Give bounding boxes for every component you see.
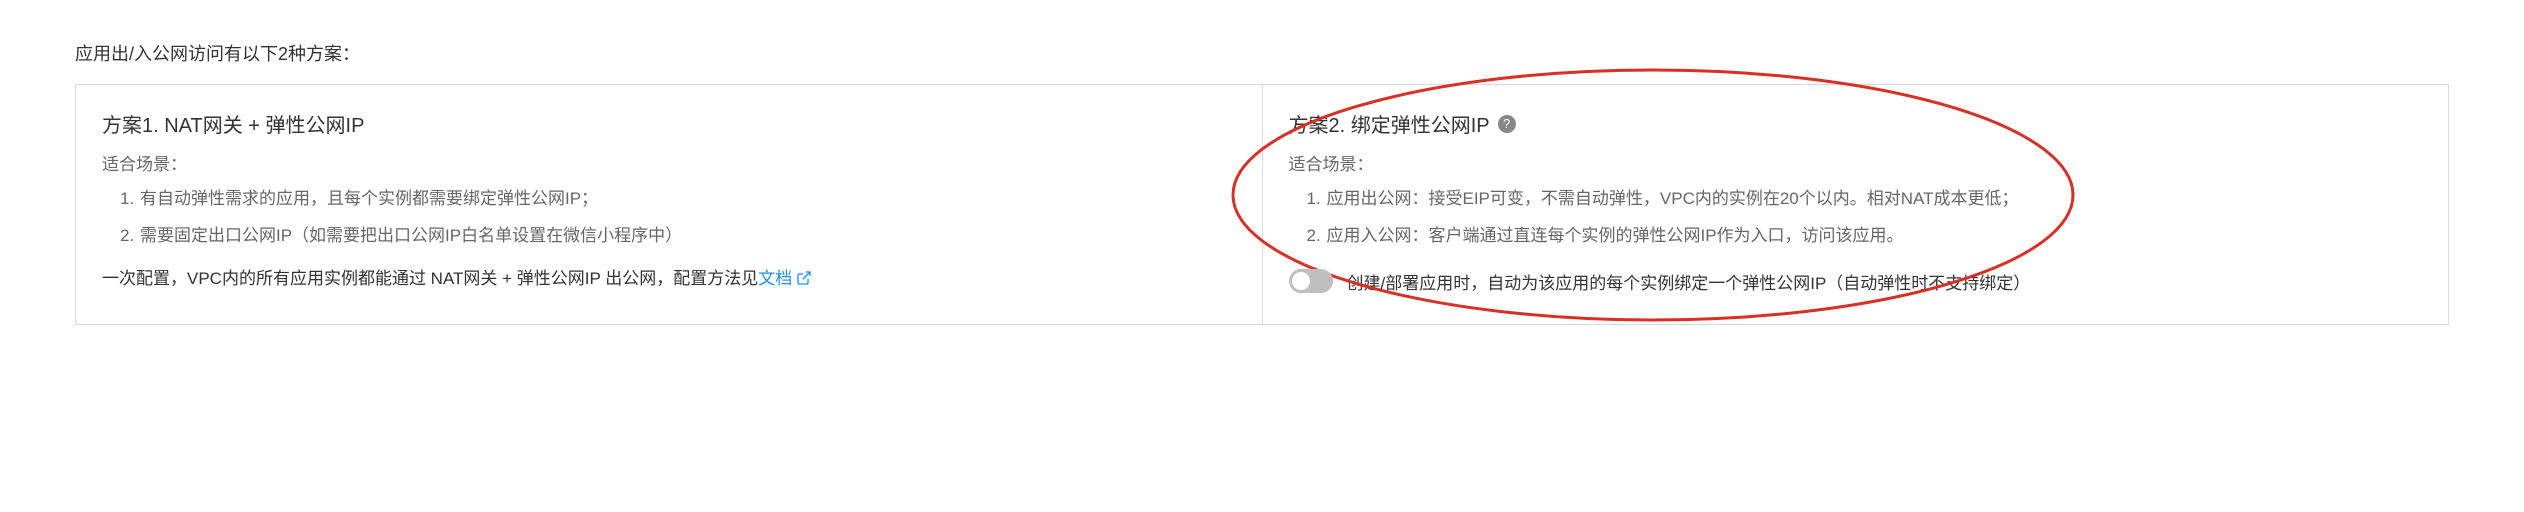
plan-2-list: 应用出公网：接受EIP可变，不需自动弹性，VPC内的实例在20个以内。相对NAT… — [1307, 185, 2423, 251]
plans-container: 方案1. NAT网关 + 弹性公网IP 适合场景： 有自动弹性需求的应用，且每个… — [75, 84, 2449, 325]
plan-2-title: 方案2. 绑定弹性公网IP ? — [1289, 109, 2423, 138]
list-item: 应用出公网：接受EIP可变，不需自动弹性，VPC内的实例在20个以内。相对NAT… — [1307, 185, 2423, 214]
doc-link-text: 文档 — [758, 265, 792, 292]
plan-1-note-text: 一次配置，VPC内的所有应用实例都能通过 NAT网关 + 弹性公网IP 出公网，… — [102, 269, 758, 288]
plan-2-title-text: 方案2. 绑定弹性公网IP — [1289, 109, 1490, 138]
list-item: 需要固定出口公网IP（如需要把出口公网IP白名单设置在微信小程序中） — [120, 222, 1236, 251]
toggle-knob — [1292, 272, 1310, 290]
plan-2-scenario-label: 适合场景： — [1289, 150, 2423, 175]
plan-1-scenario-label: 适合场景： — [102, 150, 1236, 175]
plan-1-title: 方案1. NAT网关 + 弹性公网IP — [102, 109, 1236, 138]
plan-1-list: 有自动弹性需求的应用，且每个实例都需要绑定弹性公网IP； 需要固定出口公网IP（… — [120, 185, 1236, 251]
external-link-icon — [796, 270, 812, 286]
intro-text: 应用出/入公网访问有以下2种方案： — [75, 40, 2449, 66]
help-icon[interactable]: ? — [1498, 115, 1516, 133]
plan-1-note: 一次配置，VPC内的所有应用实例都能通过 NAT网关 + 弹性公网IP 出公网，… — [102, 265, 1236, 292]
plan-1: 方案1. NAT网关 + 弹性公网IP 适合场景： 有自动弹性需求的应用，且每个… — [76, 85, 1262, 324]
bind-eip-toggle[interactable] — [1289, 269, 1333, 293]
list-item: 有自动弹性需求的应用，且每个实例都需要绑定弹性公网IP； — [120, 185, 1236, 214]
doc-link[interactable]: 文档 — [758, 265, 812, 292]
toggle-row: 创建/部署应用时，自动为该应用的每个实例绑定一个弹性公网IP（自动弹性时不支持绑… — [1289, 269, 2423, 294]
toggle-label: 创建/部署应用时，自动为该应用的每个实例绑定一个弹性公网IP（自动弹性时不支持绑… — [1347, 269, 2031, 294]
plan-2: 方案2. 绑定弹性公网IP ? 适合场景： 应用出公网：接受EIP可变，不需自动… — [1262, 85, 2449, 324]
list-item: 应用入公网：客户端通过直连每个实例的弹性公网IP作为入口，访问该应用。 — [1307, 222, 2423, 251]
